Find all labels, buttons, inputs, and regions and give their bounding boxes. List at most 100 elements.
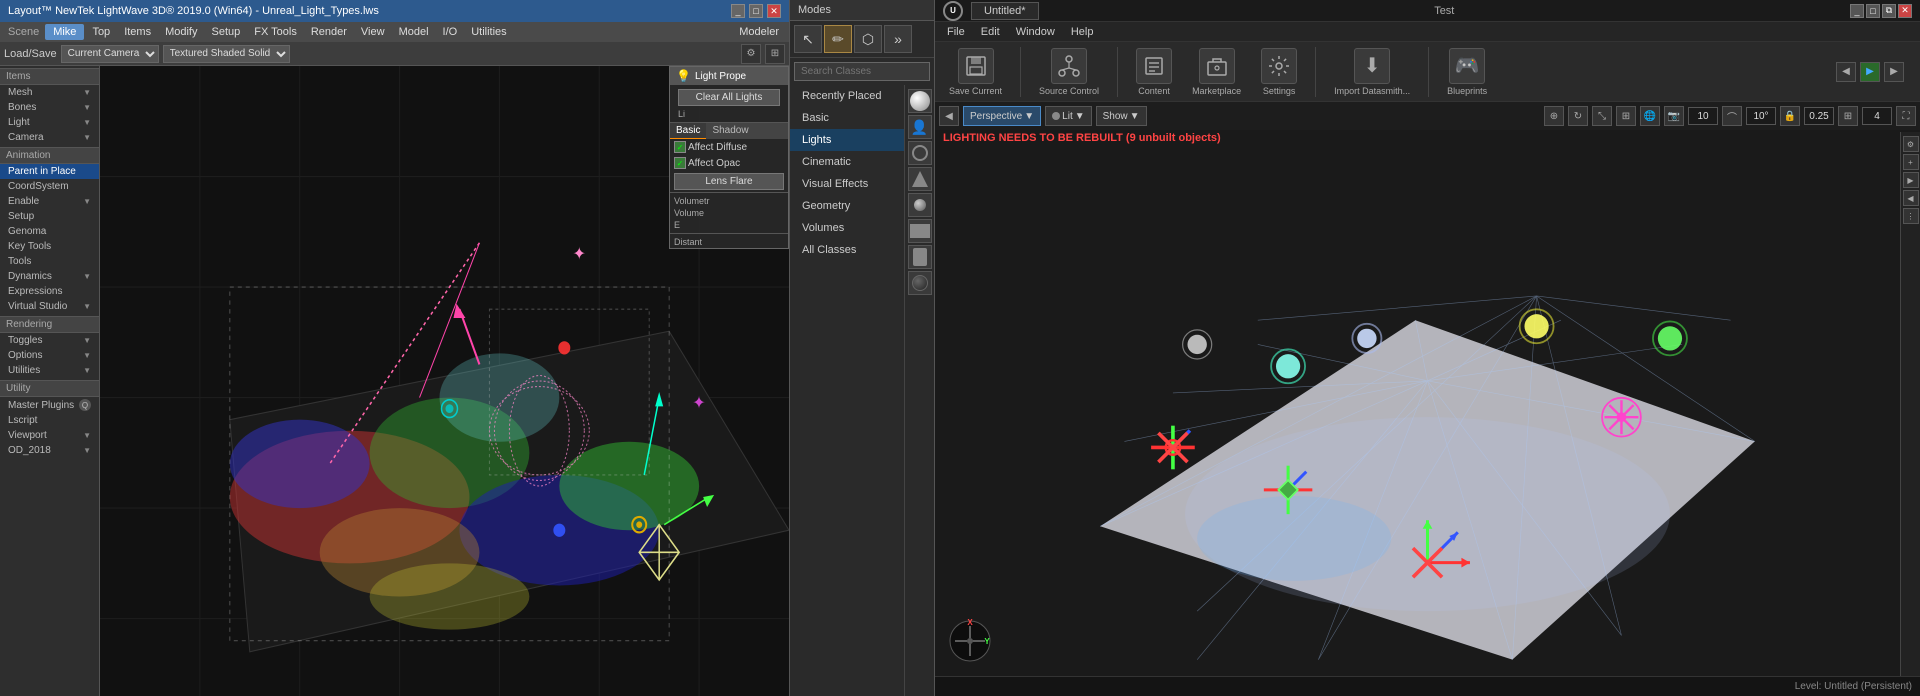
lit-btn[interactable]: Lit ▼ [1045, 106, 1091, 126]
basic-item[interactable]: Basic [790, 107, 904, 129]
cinematic-item[interactable]: Cinematic [790, 151, 904, 173]
affect-diffuse-checkbox[interactable]: ✓ [674, 141, 686, 153]
snap-icon-btn[interactable]: ⊞ [1616, 106, 1636, 126]
settings-icon-btn[interactable]: ⚙ [741, 44, 761, 64]
scale-icon-btn[interactable]: ⤡ [1592, 106, 1612, 126]
affect-opac-checkbox[interactable]: ✓ [674, 157, 686, 169]
ue-minimize-btn[interactable]: _ [1850, 4, 1864, 18]
search-classes-container[interactable]: 🔍 [794, 62, 930, 81]
ue-maximize-btn[interactable]: ⧉ [1882, 4, 1896, 18]
edge-btn-5[interactable]: ⋮ [1903, 208, 1919, 224]
model-menu[interactable]: Model [393, 24, 435, 40]
sidebar-expressions[interactable]: Expressions [0, 284, 99, 299]
geometry-item[interactable]: Geometry [790, 195, 904, 217]
blueprints-btn[interactable]: 🎮 Blueprints [1441, 44, 1493, 100]
transform-icon-btn[interactable]: ⊕ [1544, 106, 1564, 126]
sidebar-parent-in-place[interactable]: Parent in Place [0, 164, 99, 179]
save-current-btn[interactable]: Save Current [943, 44, 1008, 100]
sidebar-mesh[interactable]: Mesh▼ [0, 85, 99, 100]
window-menu[interactable]: Window [1012, 24, 1059, 40]
sidebar-key-tools[interactable]: Key Tools [0, 239, 99, 254]
help-menu[interactable]: Help [1067, 24, 1098, 40]
fxtools-menu[interactable]: FX Tools [248, 24, 303, 40]
lens-flare-btn[interactable]: Lens Flare [674, 173, 784, 190]
shadow-tab[interactable]: Shadow [706, 123, 754, 139]
render-menu[interactable]: Render [305, 24, 353, 40]
ue-viewport[interactable]: ◀ Perspective ▼ Lit ▼ Show ▼ ⊕ ↻ ⤡ [935, 102, 1920, 696]
sidebar-tools[interactable]: Tools [0, 254, 99, 269]
settings-btn[interactable]: Settings [1255, 44, 1303, 100]
sidebar-camera[interactable]: Camera▼ [0, 130, 99, 145]
lw-close-btn[interactable]: ✕ [767, 4, 781, 18]
sidebar-coordsystem[interactable]: CoordSystem [0, 179, 99, 194]
fullscreen-btn[interactable]: ⛶ [1896, 106, 1916, 126]
edge-btn-4[interactable]: ◀ [1903, 190, 1919, 206]
modeler-menu[interactable]: Modeler [733, 24, 785, 40]
all-classes-item[interactable]: All Classes [790, 239, 904, 261]
edge-btn-2[interactable]: + [1903, 154, 1919, 170]
sidebar-bones[interactable]: Bones▼ [0, 100, 99, 115]
arrow-right-btn[interactable]: ▶ [1884, 62, 1904, 82]
prev-layout-btn[interactable]: ◀ [939, 106, 959, 126]
sidebar-light[interactable]: Light▼ [0, 115, 99, 130]
source-control-btn[interactable]: Source Control [1033, 44, 1105, 100]
sidebar-lscript[interactable]: Lscript [0, 413, 99, 428]
utilities-menu[interactable]: Utilities [465, 24, 512, 40]
sidebar-genoma[interactable]: Genoma [0, 224, 99, 239]
play-btn[interactable]: ▶ [1860, 62, 1880, 82]
visual-effects-item[interactable]: Visual Effects [790, 173, 904, 195]
lock-icon-btn[interactable]: 🔒 [1780, 106, 1800, 126]
mike-menu[interactable]: Mike [45, 24, 84, 40]
sidebar-virtual-studio[interactable]: Virtual Studio▼ [0, 299, 99, 314]
angle-icon-btn[interactable]: ⌒ [1722, 106, 1742, 126]
volumes-item[interactable]: Volumes [790, 217, 904, 239]
io-menu[interactable]: I/O [437, 24, 464, 40]
search-classes-input[interactable] [801, 66, 933, 77]
lights-item[interactable]: Lights [790, 129, 904, 151]
grid-icon-btn-ue[interactable]: ⊞ [1838, 106, 1858, 126]
rotate-icon-btn[interactable]: ↻ [1568, 106, 1588, 126]
display-select[interactable]: Textured Shaded Solid [163, 45, 290, 63]
cursor-mode-btn[interactable]: ↖ [794, 25, 822, 53]
sidebar-dynamics[interactable]: Dynamics▼ [0, 269, 99, 284]
world-icon-btn[interactable]: 🌐 [1640, 106, 1660, 126]
extra-mode-btn[interactable]: » [884, 25, 912, 53]
sidebar-utilities[interactable]: Utilities▼ [0, 363, 99, 378]
setup-menu[interactable]: Setup [206, 24, 247, 40]
top-menu[interactable]: Top [86, 24, 116, 40]
sidebar-setup[interactable]: Setup [0, 209, 99, 224]
marketplace-btn[interactable]: Marketplace [1186, 44, 1247, 100]
arrow-left-btn[interactable]: ◀ [1836, 62, 1856, 82]
ue-restore-btn[interactable]: □ [1866, 4, 1880, 18]
paint-mode-btn[interactable]: ✏ [824, 25, 852, 53]
file-menu[interactable]: File [943, 24, 969, 40]
sidebar-master-plugins[interactable]: Master Plugins Q [0, 397, 99, 413]
edge-btn-3[interactable]: ▶ [1903, 172, 1919, 188]
sidebar-enable[interactable]: Enable▼ [0, 194, 99, 209]
sidebar-options[interactable]: Options▼ [0, 348, 99, 363]
import-datasmith-btn[interactable]: ⬇ Import Datasmith... [1328, 44, 1416, 100]
items-menu[interactable]: Items [118, 24, 157, 40]
ue-tab[interactable]: Untitled* [971, 2, 1039, 20]
basic-tab[interactable]: Basic [670, 123, 706, 139]
lw-viewport[interactable]: ✦ [100, 66, 789, 696]
sidebar-toggles[interactable]: Toggles▼ [0, 333, 99, 348]
camera-select[interactable]: Current Camera [61, 45, 159, 63]
view-menu[interactable]: View [355, 24, 391, 40]
edit-menu[interactable]: Edit [977, 24, 1004, 40]
show-btn[interactable]: Show ▼ [1096, 106, 1147, 126]
camera-speed-icon[interactable]: 📷 [1664, 106, 1684, 126]
edge-btn-1[interactable]: ⚙ [1903, 136, 1919, 152]
mesh-mode-btn[interactable]: ⬡ [854, 25, 882, 53]
modify-menu[interactable]: Modify [159, 24, 203, 40]
clear-all-lights-btn[interactable]: Clear All Lights [678, 89, 780, 106]
lw-minimize-btn[interactable]: _ [731, 4, 745, 18]
recently-placed-item[interactable]: Recently Placed [790, 85, 904, 107]
perspective-btn[interactable]: Perspective ▼ [963, 106, 1041, 126]
load-save-btn[interactable]: Load/Save [4, 48, 57, 60]
grid-icon-btn[interactable]: ⊞ [765, 44, 785, 64]
content-btn[interactable]: Content [1130, 44, 1178, 100]
lw-maximize-btn[interactable]: □ [749, 4, 763, 18]
ue-close-btn[interactable]: ✕ [1898, 4, 1912, 18]
sidebar-viewport[interactable]: Viewport▼ [0, 428, 99, 443]
